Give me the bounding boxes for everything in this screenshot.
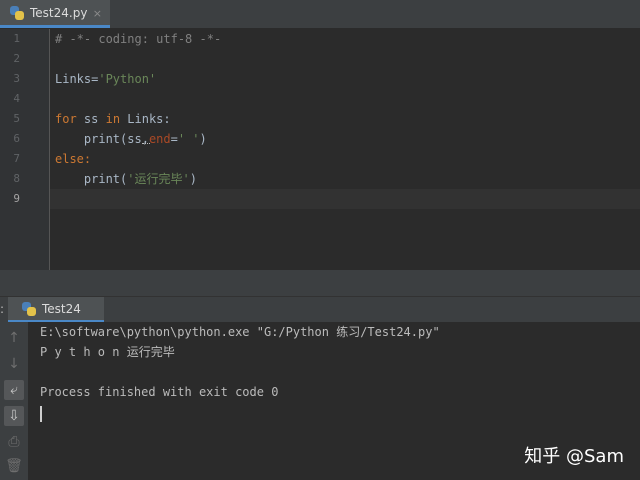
code-line-1: # -*- coding: utf-8 -*- bbox=[55, 29, 221, 49]
run-console[interactable]: ↑ ↓ ⤶ ⇩ ⎙ 🗑 E:\software\python\python.ex… bbox=[0, 322, 640, 480]
console-toolbar: ↑ ↓ ⤶ ⇩ ⎙ 🗑 bbox=[0, 322, 28, 480]
line-number: 6 bbox=[13, 132, 20, 145]
keyword-argument: end bbox=[148, 132, 171, 146]
close-tab-icon[interactable]: × bbox=[93, 7, 102, 20]
line-number-current: 9 bbox=[13, 192, 20, 205]
line-number: 5 bbox=[13, 112, 20, 125]
code-text: Links= bbox=[55, 72, 99, 86]
editor-bottom-area bbox=[0, 270, 640, 296]
code-text: print(ss bbox=[55, 132, 142, 146]
code-line-5: for ss in Links: bbox=[55, 109, 171, 129]
console-caret bbox=[40, 406, 42, 422]
line-number: 1 bbox=[13, 32, 20, 45]
code-text: = bbox=[170, 132, 178, 146]
string-literal: ' ' bbox=[177, 132, 200, 146]
python-file-icon bbox=[10, 5, 24, 20]
code-text: ) bbox=[189, 172, 197, 186]
comment-text: # -*- coding: utf-8 -*- bbox=[55, 32, 222, 46]
line-number: 8 bbox=[13, 172, 20, 185]
editor-tab-test24[interactable]: Test24.py × bbox=[0, 0, 110, 28]
string-literal: 'Python' bbox=[98, 72, 157, 86]
editor-tab-label: Test24.py bbox=[30, 5, 88, 20]
line-number-gutter: 1 2 3 4 5 6 7 8 9 bbox=[0, 29, 50, 270]
print-icon[interactable]: ⎙ bbox=[4, 432, 24, 452]
run-tab-label: Test24 bbox=[42, 301, 81, 316]
python-run-icon bbox=[22, 301, 36, 316]
code-line-7: else: bbox=[55, 149, 91, 169]
line-number: 2 bbox=[13, 52, 20, 65]
run-tool-window-header: : Test24 bbox=[0, 296, 640, 323]
line-number: 4 bbox=[13, 92, 20, 105]
run-label-colon: : bbox=[0, 302, 5, 316]
code-text: Links: bbox=[120, 112, 171, 126]
string-literal: '运行完毕' bbox=[127, 172, 190, 186]
editor-tab-bar: Test24.py × bbox=[0, 0, 640, 29]
current-line-highlight bbox=[50, 189, 640, 209]
code-line-8: print('运行完毕') bbox=[55, 169, 197, 189]
code-line-6: print(ss,end=' ') bbox=[55, 129, 207, 149]
arrow-down-icon[interactable]: ↓ bbox=[4, 354, 24, 374]
console-output-line: P y t h o n 运行完毕 bbox=[40, 345, 175, 359]
console-command-line: E:\software\python\python.exe "G:/Python… bbox=[40, 325, 440, 339]
code-text: ) bbox=[199, 132, 207, 146]
trash-icon[interactable]: 🗑 bbox=[4, 456, 24, 476]
code-text: : bbox=[83, 152, 92, 166]
line-number: 7 bbox=[13, 152, 20, 165]
keyword-in: in bbox=[105, 112, 121, 126]
soft-wrap-icon[interactable]: ⤶ bbox=[4, 380, 24, 400]
line-number: 3 bbox=[13, 72, 20, 85]
code-text: ss bbox=[76, 112, 106, 126]
arrow-up-icon[interactable]: ↑ bbox=[4, 328, 24, 348]
watermark-text: 知乎 @Sam bbox=[524, 446, 624, 467]
scroll-to-end-icon[interactable]: ⇩ bbox=[4, 406, 24, 426]
keyword-else: else bbox=[55, 152, 84, 166]
run-tab-test24[interactable]: Test24 bbox=[8, 297, 104, 323]
code-text: print( bbox=[55, 172, 128, 186]
keyword-for: for bbox=[55, 112, 77, 126]
code-editor[interactable]: 1 2 3 4 5 6 7 8 9 # -*- coding: utf-8 -*… bbox=[0, 29, 640, 270]
comma-warning: , bbox=[141, 132, 149, 146]
console-exit-message: Process finished with exit code 0 bbox=[40, 385, 279, 399]
code-line-3: Links='Python' bbox=[55, 69, 156, 89]
